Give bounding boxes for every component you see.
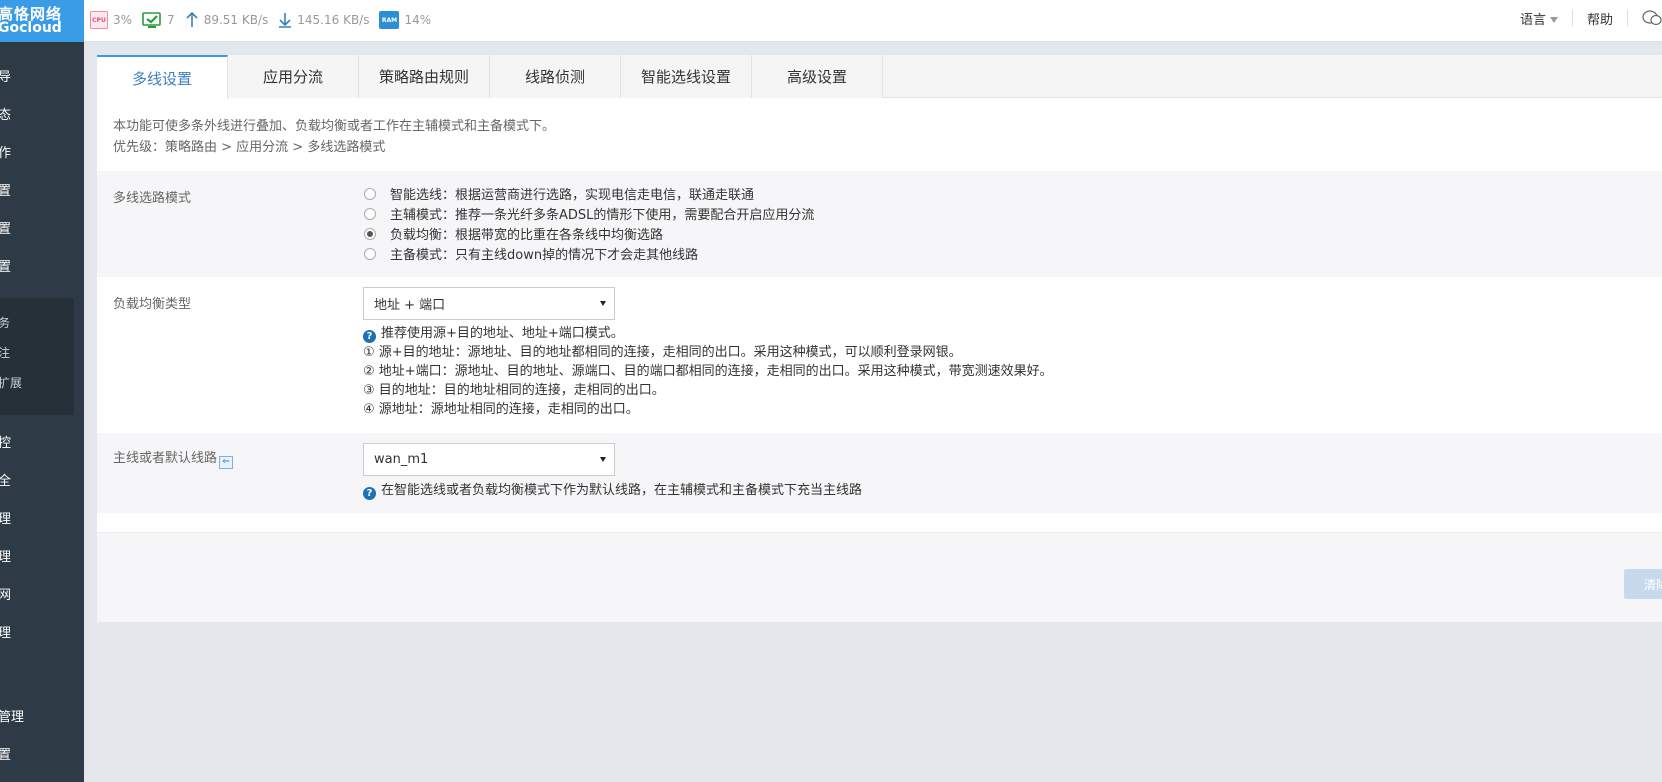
top-nav: 语言 帮助: [1520, 0, 1662, 36]
balance-hints: ? 推荐使用源+目的地址、地址+端口模式。 ① 源+目的地址：源地址、目的地址都相…: [363, 324, 1053, 419]
sidebar-item[interactable]: 态: [0, 104, 11, 123]
default-line-section: 主线或者默认线路 ⇐ wan_m1 ? 在智能选线或者负载均衡模式下作为默认线路，在…: [97, 433, 1662, 513]
sidebar-item[interactable]: 导: [0, 66, 11, 85]
sidebar-subitem[interactable]: 务: [0, 314, 10, 331]
option-label: 智能选线：根据运营商进行选路，实现电信走电信，联通走联通: [390, 188, 755, 203]
hint-line: ? 推荐使用源+目的地址、地址+端口模式。: [363, 324, 1053, 343]
help-link[interactable]: 帮助: [1587, 9, 1613, 28]
intro-priority: 优先级：策略路由 > 应用分流 > 多线选路模式: [113, 140, 386, 155]
ram-icon: RAM: [379, 11, 400, 29]
upload-stat: 89.51 KB/s: [185, 12, 269, 28]
hint-line: ④ 源地址：源地址相同的连接，走相同的出口。: [363, 402, 639, 417]
sidebar-submenu: 务 注 扩展: [0, 298, 74, 415]
monitor-check-icon: [142, 12, 161, 28]
language-label: 语言: [1519, 12, 1546, 28]
mode-option-primary-aux[interactable]: 主辅模式：推荐一条光纤多条ADSL的情形下使用，需要配合开启应用分流: [364, 204, 814, 223]
ram-value: 14%: [404, 13, 432, 27]
hint-line: ③ 目的地址：目的地址相同的连接，走相同的出口。: [363, 383, 665, 398]
radio-button-checked[interactable]: [364, 227, 376, 240]
balance-type-label: 负载均衡类型: [113, 297, 192, 312]
sidebar-item[interactable]: 全: [0, 470, 11, 489]
default-line-select[interactable]: wan_m1: [363, 443, 615, 476]
intro-description: 本功能可使多条外线进行叠加、负载均衡或者工作在主辅模式和主备模式下。: [113, 119, 556, 134]
upload-arrow-icon: [186, 12, 198, 27]
sidebar-item[interactable]: 作: [0, 142, 11, 161]
default-line-label: 主线或者默认线路 ⇐: [113, 447, 234, 469]
connections-stat: 7: [142, 11, 175, 29]
divider: [1627, 10, 1628, 26]
select-value: wan_m1: [374, 452, 429, 467]
tab-bar: 多线设置 应用分流 策略路由规则 线路侦测 智能选线设置 高级设置: [97, 55, 1662, 99]
balance-section: 负载均衡类型 地址 + 端口 ? 推荐使用源+目的地址、地址+端口模式。 ① 源+…: [97, 277, 1662, 433]
upload-value: 89.51 KB/s: [203, 13, 269, 27]
sidebar-subitem[interactable]: 扩展: [0, 374, 22, 391]
question-icon: ?: [363, 330, 376, 343]
return-icon[interactable]: ⇐: [219, 456, 234, 469]
radio-button[interactable]: [364, 187, 376, 200]
mode-option-load-balance[interactable]: 负载均衡：根据带宽的比重在各条线中均衡选路: [364, 224, 663, 243]
tab-app-split[interactable]: 应用分流: [228, 55, 359, 98]
intro-text: 本功能可使多条外线进行叠加、负载均衡或者工作在主辅模式和主备模式下。 优先级：策…: [113, 116, 555, 158]
balance-type-select[interactable]: 地址 + 端口: [363, 287, 615, 320]
hint-line: ② 地址+端口：源地址、目的地址、源端口、目的端口都相同的连接，走相同的出口。采…: [363, 364, 1053, 379]
mode-label: 多线选路模式: [113, 191, 192, 206]
divider: [1571, 10, 1573, 26]
question-icon: ?: [363, 487, 376, 500]
sidebar-item[interactable]: 置: [0, 218, 11, 237]
ram-stat: RAM 14%: [379, 11, 431, 29]
sidebar-item[interactable]: 置: [0, 744, 11, 763]
connections-value: 7: [167, 13, 175, 27]
option-label: 负载均衡：根据带宽的比重在各条线中均衡选路: [390, 228, 664, 243]
label-text: 主线或者默认线路: [113, 451, 218, 466]
tab-line-detection[interactable]: 线路侦测: [490, 55, 621, 98]
chevron-down-icon: [1549, 17, 1558, 23]
sidebar-item[interactable]: 管理: [0, 706, 24, 725]
dropdown-arrow-icon: [600, 301, 606, 306]
status-bar: CPU 3% 7 89.51 KB/s 145.16 KB/s RAM 14%: [90, 10, 441, 30]
sidebar-item[interactable]: 理: [0, 622, 11, 641]
download-stat: 145.16 KB/s: [278, 12, 369, 28]
cpu-value: 3%: [113, 13, 133, 27]
sidebar-item[interactable]: 置: [0, 180, 11, 199]
download-arrow-icon: [279, 13, 292, 28]
sidebar-item[interactable]: 网: [0, 584, 11, 603]
mode-option-smart[interactable]: 智能选线：根据运营商进行选路，实现电信走电信，联通走联通: [364, 184, 754, 203]
tab-smart-selection[interactable]: 智能选线设置: [621, 55, 752, 98]
tab-policy-routing[interactable]: 策略路由规则: [359, 55, 490, 98]
top-bar: 高恪网络 Gocloud CPU 3% 7 89.51 KB/s 145.16 …: [0, 0, 1662, 42]
hint-text: 在智能选线或者负载均衡模式下作为默认线路，在主辅模式和主备模式下充当主线路: [381, 483, 863, 498]
logo-name-en: Gocloud: [0, 20, 62, 36]
mode-option-failover[interactable]: 主备模式：只有主线down掉的情况下才会走其他线路: [364, 244, 698, 263]
language-menu[interactable]: 语言: [1520, 9, 1558, 28]
wechat-icon[interactable]: [1642, 9, 1662, 27]
cpu-stat: CPU 3%: [90, 11, 132, 29]
sidebar-item[interactable]: 置: [0, 256, 11, 275]
option-label: 主备模式：只有主线down掉的情况下才会走其他线路: [390, 248, 699, 263]
spacer: [97, 513, 1662, 533]
radio-button[interactable]: [364, 247, 376, 260]
sidebar-subitem[interactable]: 注: [0, 344, 10, 361]
settings-panel: 多线设置 应用分流 策略路由规则 线路侦测 智能选线设置 高级设置 本功能可使多…: [97, 55, 1662, 622]
tab-advanced[interactable]: 高级设置: [752, 55, 883, 98]
tab-multiline-settings[interactable]: 多线设置: [97, 55, 228, 99]
select-value: 地址 + 端口: [374, 298, 446, 313]
download-value: 145.16 KB/s: [297, 13, 370, 27]
default-line-hint: ? 在智能选线或者负载均衡模式下作为默认线路，在主辅模式和主备模式下充当主线路: [363, 481, 862, 500]
logo[interactable]: 高恪网络 Gocloud: [0, 0, 84, 42]
action-bar: [97, 533, 1662, 622]
option-label: 主辅模式：推荐一条光纤多条ADSL的情形下使用，需要配合开启应用分流: [390, 208, 815, 223]
dropdown-arrow-icon: [600, 457, 606, 462]
hint-text: 推荐使用源+目的地址、地址+端口模式。: [381, 326, 624, 341]
radio-button[interactable]: [364, 207, 376, 220]
sidebar-item[interactable]: 控: [0, 432, 11, 451]
sidebar-item[interactable]: 理: [0, 546, 11, 565]
sidebar-item[interactable]: 理: [0, 508, 11, 527]
mode-section: 多线选路模式 智能选线：根据运营商进行选路，实现电信走电信，联通走联通 主辅模式…: [97, 171, 1662, 277]
hint-line: ① 源+目的地址：源地址、目的地址都相同的连接，走相同的出口。采用这种模式，可以…: [363, 345, 962, 360]
cpu-icon: CPU: [90, 11, 108, 29]
sidebar: 导 态 作 置 置 置 务 注 扩展 控 全 理 理 网 理 管理 置: [0, 42, 84, 782]
clear-button[interactable]: 清除: [1624, 569, 1662, 599]
